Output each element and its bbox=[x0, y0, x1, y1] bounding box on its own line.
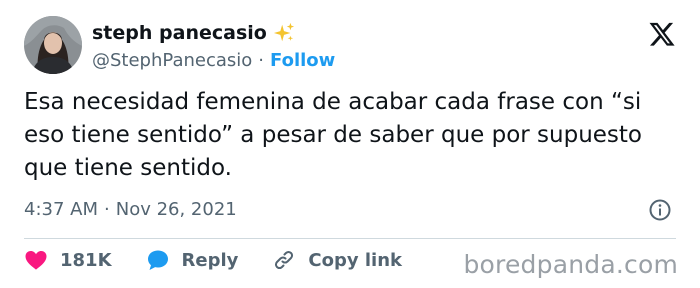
follow-button[interactable]: Follow bbox=[270, 50, 335, 71]
tweet-actions: 181K Reply Copy link bbox=[24, 248, 436, 272]
avatar-image bbox=[24, 16, 82, 74]
tweet-time: 4:37 AM bbox=[24, 199, 98, 220]
sparkles-icon bbox=[273, 22, 294, 42]
speech-bubble-icon bbox=[147, 250, 168, 270]
author-handle[interactable]: @StephPanecasio bbox=[92, 50, 252, 71]
like-button[interactable]: 181K bbox=[24, 248, 112, 272]
likes-count: 181K bbox=[60, 249, 112, 271]
link-icon bbox=[275, 250, 294, 270]
timestamp-separator: · bbox=[104, 199, 110, 220]
copy-link-label: Copy link bbox=[308, 249, 402, 271]
info-icon[interactable] bbox=[648, 198, 672, 222]
copy-link-button[interactable]: Copy link bbox=[272, 248, 402, 272]
author-display-name[interactable]: steph panecasio bbox=[92, 22, 267, 44]
tweet-text: Esa necesidad femenina de acabar cada fr… bbox=[24, 89, 643, 181]
tweet-timestamp[interactable]: 4:37 AM · Nov 26, 2021 bbox=[24, 199, 237, 220]
reply-button[interactable]: Reply bbox=[146, 248, 239, 272]
avatar[interactable] bbox=[24, 16, 82, 74]
author-name-row: steph panecasio bbox=[92, 22, 295, 44]
handle-separator: · bbox=[258, 50, 265, 71]
reply-label: Reply bbox=[181, 249, 239, 271]
divider bbox=[24, 238, 676, 239]
tweet-card: steph panecasio @StephPanecasio · Follow… bbox=[0, 0, 700, 288]
tweet-date: Nov 26, 2021 bbox=[115, 199, 237, 220]
x-logo-icon[interactable] bbox=[648, 20, 676, 48]
heart-icon bbox=[25, 251, 47, 270]
watermark: boredpanda.com bbox=[463, 250, 678, 279]
author-handle-row: @StephPanecasio · Follow bbox=[92, 50, 335, 71]
